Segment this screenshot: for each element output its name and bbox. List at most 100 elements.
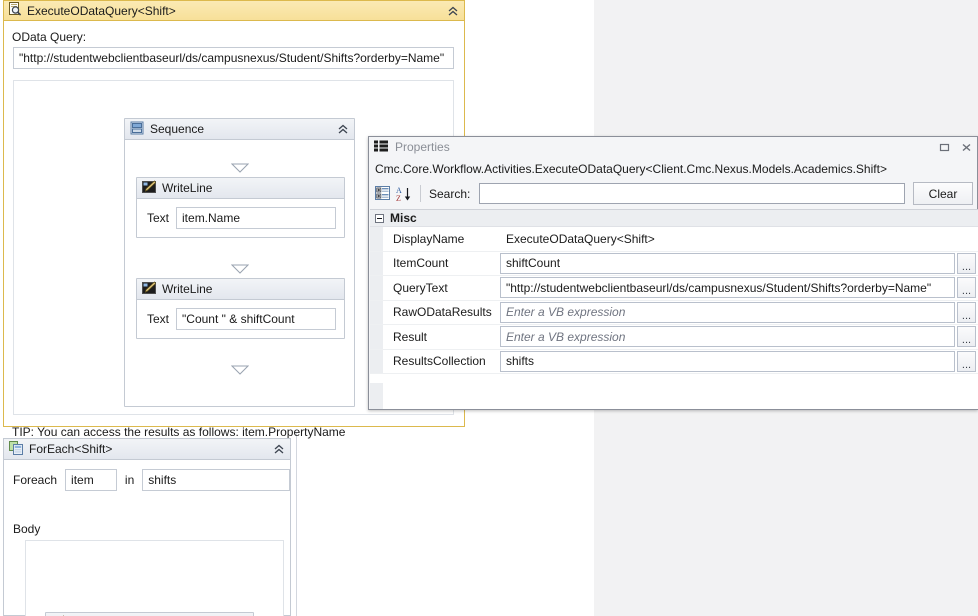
properties-toolbar: A Z Search: Clear <box>369 180 977 207</box>
chevron-up-icon[interactable] <box>445 3 461 19</box>
writeline-text-input[interactable]: "Count " & shiftCount <box>176 308 336 330</box>
activity-title-sequence: Sequence <box>150 119 204 140</box>
activity-header-writeline[interactable]: WriteLine <box>137 279 344 300</box>
property-name: ItemCount <box>383 256 500 270</box>
restore-icon[interactable] <box>937 141 951 155</box>
svg-text:Z: Z <box>396 194 401 202</box>
table-row[interactable]: RawODataResults Enter a VB expression ..… <box>370 301 978 326</box>
writeline-text-label: Text <box>147 211 169 225</box>
table-row[interactable]: ItemCount shiftCount ... <box>370 252 978 277</box>
row-gutter <box>370 227 383 251</box>
ellipsis-button[interactable]: ... <box>957 277 976 298</box>
activity-writeline[interactable]: WriteLine Text item.Name <box>136 177 345 238</box>
close-icon[interactable] <box>959 141 973 155</box>
writeline-text-input[interactable]: item.Name <box>176 207 336 229</box>
odata-query-label: OData Query: <box>12 30 86 44</box>
grid-gutter-fill <box>370 383 383 409</box>
properties-search-label: Search: <box>429 187 470 201</box>
property-value-input[interactable]: Enter a VB expression <box>500 302 955 323</box>
activity-title-writeline: WriteLine <box>162 279 212 300</box>
row-gutter <box>370 301 383 325</box>
canvas-divider <box>296 432 297 616</box>
sequence-body[interactable]: WriteLine Text item.Name <box>125 140 354 406</box>
toolbar-separator <box>420 185 421 202</box>
property-name: RawODataResults <box>383 305 500 319</box>
activity-title-writeline: WriteLine <box>162 178 212 199</box>
collapse-expander-icon[interactable] <box>375 214 384 223</box>
property-value-cell[interactable]: Enter a VB expression ... <box>500 301 978 325</box>
property-value-input[interactable]: shiftCount <box>500 253 955 274</box>
properties-titlebar[interactable]: Properties <box>369 137 977 158</box>
property-value-cell[interactable]: ExecuteODataQuery<Shift> <box>500 227 978 251</box>
sequence-icon <box>130 121 144 138</box>
activity-writeline[interactable]: WriteLine Text "Count " & shiftCount <box>136 278 345 339</box>
activity-writeline[interactable]: WriteLine Text "Shift is: " & item.Code <box>45 612 254 616</box>
table-row[interactable]: QueryText "http://studentwebclientbaseur… <box>370 276 978 301</box>
writeline-icon <box>142 180 156 197</box>
odata-query-value: "http://studentwebclientbaseurl/ds/campu… <box>19 51 444 65</box>
property-name: Result <box>383 330 500 344</box>
property-name: DisplayName <box>383 232 500 246</box>
property-name: ResultsCollection <box>383 354 500 368</box>
ellipsis-button[interactable]: ... <box>957 326 976 347</box>
foreach-body-label: Body <box>13 522 40 536</box>
foreach-variable-value: item <box>71 473 94 487</box>
categorized-view-icon[interactable] <box>374 185 391 202</box>
ellipsis-button[interactable]: ... <box>957 302 976 323</box>
chevron-up-icon[interactable] <box>271 441 287 457</box>
properties-grid[interactable]: Misc DisplayName ExecuteODataQuery<Shift… <box>370 209 978 409</box>
property-value-cell[interactable]: Enter a VB expression ... <box>500 325 978 349</box>
foreach-iteration-row: Foreach item in shifts <box>4 460 290 491</box>
properties-category-label: Misc <box>390 211 417 225</box>
table-row[interactable]: DisplayName ExecuteODataQuery<Shift> <box>370 227 978 252</box>
app-root: ExecuteODataQuery<Shift> OData Query: "h… <box>0 0 978 616</box>
clear-search-button[interactable]: Clear <box>913 182 973 205</box>
properties-search-input[interactable] <box>479 183 905 204</box>
property-value: ExecuteODataQuery<Shift> <box>500 232 655 246</box>
property-value-cell[interactable]: shiftCount ... <box>500 252 978 276</box>
activity-title-writeline: WriteLine <box>71 613 121 616</box>
chevron-up-icon[interactable] <box>335 121 351 137</box>
odata-query-input[interactable]: "http://studentwebclientbaseurl/ds/campu… <box>13 47 454 69</box>
writeline-text-label: Text <box>147 312 169 326</box>
foreach-collection-input[interactable]: shifts <box>142 469 290 491</box>
foreach-body-drop-area[interactable]: WriteLine Text "Shift is: " & item.Code <box>25 540 284 616</box>
foreach-icon <box>9 441 23 458</box>
ellipsis-button[interactable]: ... <box>957 351 976 372</box>
foreach-keyword-label: Foreach <box>13 473 57 487</box>
property-name: QueryText <box>383 281 500 295</box>
writeline-text-value: "Count " & shiftCount <box>182 312 295 326</box>
properties-category-misc[interactable]: Misc <box>370 210 978 227</box>
activity-header-execute-odata-query[interactable]: ExecuteODataQuery<Shift> <box>4 1 464 21</box>
table-row[interactable]: ResultsCollection shifts ... <box>370 350 978 375</box>
foreach-variable-input[interactable]: item <box>65 469 117 491</box>
property-value: shifts <box>506 354 534 368</box>
activity-body-foreach: Foreach item in shifts Body <box>4 460 290 491</box>
activity-foreach[interactable]: ForEach<Shift> Foreach item in shifts Bo… <box>3 438 291 616</box>
row-gutter <box>370 325 383 349</box>
activity-header-foreach[interactable]: ForEach<Shift> <box>4 439 290 460</box>
activity-header-writeline[interactable]: WriteLine <box>137 178 344 199</box>
property-value-placeholder: Enter a VB expression <box>506 330 625 344</box>
odata-tip-text: TIP: You can access the results as follo… <box>12 425 345 439</box>
writeline-icon <box>142 281 156 298</box>
row-gutter <box>370 276 383 300</box>
row-gutter <box>370 350 383 374</box>
properties-grid-icon <box>374 140 388 155</box>
connector-arrow-icon <box>231 263 249 273</box>
activity-sequence[interactable]: Sequence <box>124 118 355 407</box>
property-value-input[interactable]: shifts <box>500 351 955 372</box>
activity-header-sequence[interactable]: Sequence <box>125 119 354 140</box>
odata-query-icon <box>8 2 22 19</box>
writeline-text-value: item.Name <box>182 211 240 225</box>
property-value-cell[interactable]: "http://studentwebclientbaseurl/ds/campu… <box>500 276 978 300</box>
row-gutter <box>370 252 383 276</box>
ellipsis-button[interactable]: ... <box>957 253 976 274</box>
properties-window[interactable]: Properties Cmc.Core.Workflow.Activities.… <box>368 136 978 410</box>
property-value-cell[interactable]: shifts ... <box>500 350 978 374</box>
properties-window-title: Properties <box>395 137 450 158</box>
alphabetical-sort-icon[interactable]: A Z <box>395 185 412 202</box>
property-value-input[interactable]: "http://studentwebclientbaseurl/ds/campu… <box>500 277 955 298</box>
property-value-input[interactable]: Enter a VB expression <box>500 326 955 347</box>
table-row[interactable]: Result Enter a VB expression ... <box>370 325 978 350</box>
